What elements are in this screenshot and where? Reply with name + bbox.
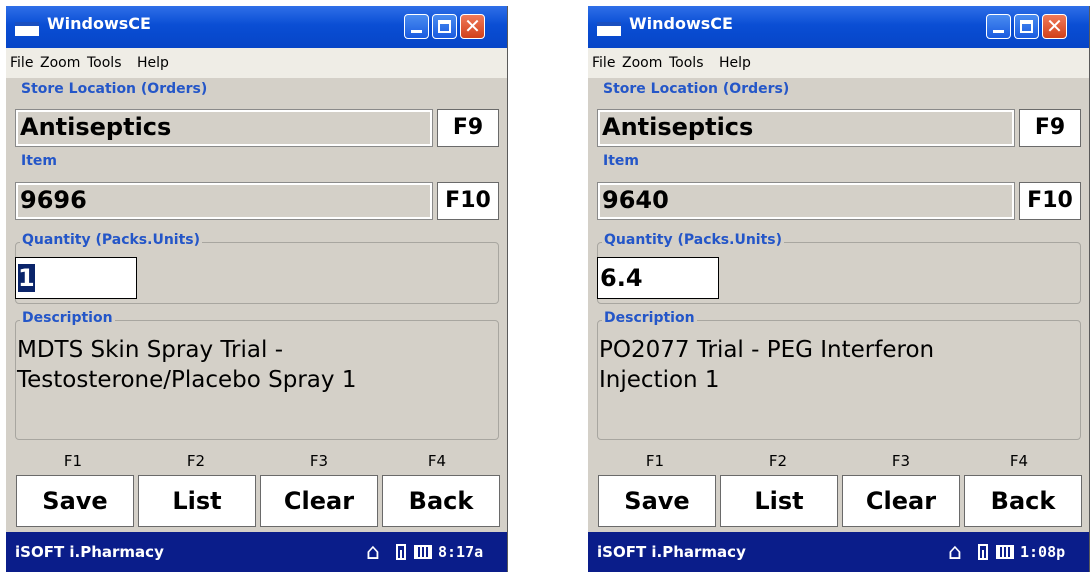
back-button[interactable]: Back bbox=[964, 475, 1082, 527]
menu-help[interactable]: Help bbox=[137, 55, 169, 71]
home-icon[interactable]: ⌂ bbox=[366, 540, 380, 565]
fkey-label-f2: F2 bbox=[768, 452, 788, 470]
back-button[interactable]: Back bbox=[382, 475, 500, 527]
clear-button[interactable]: Clear bbox=[842, 475, 960, 527]
quantity-group: Quantity (Packs.Units) 6.4 bbox=[597, 232, 1081, 304]
clear-button[interactable]: Clear bbox=[260, 475, 378, 527]
fkey-label-f1: F1 bbox=[63, 452, 83, 470]
item-label: Item bbox=[19, 153, 59, 169]
taskbar: iSOFT i.Pharmacy ⌂ 1:08p bbox=[588, 532, 1089, 572]
taskbar-app-name[interactable]: iSOFT i.Pharmacy bbox=[15, 543, 164, 561]
maximize-icon bbox=[438, 20, 451, 33]
quantity-input[interactable]: 6.4 bbox=[597, 257, 719, 299]
minimize-button[interactable] bbox=[986, 14, 1011, 39]
close-icon: ✕ bbox=[1046, 14, 1063, 38]
store-location-lookup-button[interactable]: F9 bbox=[437, 109, 499, 147]
store-location-label: Store Location (Orders) bbox=[19, 81, 210, 97]
item-label: Item bbox=[601, 153, 641, 169]
store-location-lookup-button[interactable]: F9 bbox=[1019, 109, 1081, 147]
window-title: WindowsCE bbox=[629, 14, 733, 33]
store-location-field[interactable]: Antiseptics bbox=[597, 109, 1015, 147]
window-title: WindowsCE bbox=[47, 14, 151, 33]
taskbar: iSOFT i.Pharmacy ⌂ 8:17a bbox=[6, 532, 507, 572]
save-button[interactable]: Save bbox=[16, 475, 134, 527]
window-icon bbox=[15, 22, 39, 36]
save-button[interactable]: Save bbox=[598, 475, 716, 527]
taskbar-clock[interactable]: 8:17a bbox=[438, 543, 483, 561]
item-lookup-button[interactable]: F10 bbox=[437, 182, 499, 220]
keyboard-icon[interactable] bbox=[414, 545, 432, 559]
close-icon: ✕ bbox=[464, 14, 481, 38]
device-screen-2: WindowsCE ✕ File Zoom Tools Help Store L… bbox=[588, 6, 1090, 572]
list-button[interactable]: List bbox=[720, 475, 838, 527]
description-label: Description bbox=[602, 310, 697, 326]
fkey-label-f4: F4 bbox=[1009, 452, 1029, 470]
quantity-label: Quantity (Packs.Units) bbox=[602, 232, 785, 248]
description-label: Description bbox=[20, 310, 115, 326]
menu-bar: File Zoom Tools Help bbox=[588, 48, 1089, 78]
keyboard-icon[interactable] bbox=[996, 545, 1014, 559]
device-screen-1: WindowsCE ✕ File Zoom Tools Help Store L… bbox=[6, 6, 508, 572]
description-group: Description PO2077 Trial - PEG Interfero… bbox=[597, 310, 1081, 440]
window-icon bbox=[597, 22, 621, 36]
store-location-field[interactable]: Antiseptics bbox=[15, 109, 433, 147]
maximize-icon bbox=[1020, 20, 1033, 33]
minimize-icon bbox=[411, 30, 422, 33]
item-field[interactable]: 9696 bbox=[15, 182, 433, 220]
menu-tools[interactable]: Tools bbox=[87, 55, 122, 71]
title-bar: WindowsCE ✕ bbox=[6, 6, 507, 48]
minimize-icon bbox=[993, 30, 1004, 33]
taskbar-app-name[interactable]: iSOFT i.Pharmacy bbox=[597, 543, 746, 561]
menu-bar: File Zoom Tools Help bbox=[6, 48, 507, 78]
menu-file[interactable]: File bbox=[592, 55, 615, 71]
menu-help[interactable]: Help bbox=[719, 55, 751, 71]
description-text: MDTS Skin Spray Trial - Testosterone/Pla… bbox=[17, 335, 493, 395]
battery-icon[interactable] bbox=[396, 544, 406, 560]
minimize-button[interactable] bbox=[404, 14, 429, 39]
maximize-button[interactable] bbox=[432, 14, 457, 39]
taskbar-clock[interactable]: 1:08p bbox=[1020, 543, 1065, 561]
quantity-label: Quantity (Packs.Units) bbox=[20, 232, 203, 248]
close-button[interactable]: ✕ bbox=[1042, 14, 1067, 39]
item-lookup-button[interactable]: F10 bbox=[1019, 182, 1081, 220]
item-field[interactable]: 9640 bbox=[597, 182, 1015, 220]
battery-icon[interactable] bbox=[978, 544, 988, 560]
quantity-value: 1 bbox=[18, 264, 35, 292]
description-line: Injection 1 bbox=[599, 367, 720, 393]
description-line: Testosterone/Placebo Spray 1 bbox=[17, 367, 357, 393]
close-button[interactable]: ✕ bbox=[460, 14, 485, 39]
description-line: PO2077 Trial - PEG Interferon bbox=[599, 337, 935, 363]
description-group: Description MDTS Skin Spray Trial - Test… bbox=[15, 310, 499, 440]
menu-file[interactable]: File bbox=[10, 55, 33, 71]
home-icon[interactable]: ⌂ bbox=[948, 540, 962, 565]
fkey-label-f1: F1 bbox=[645, 452, 665, 470]
store-location-label: Store Location (Orders) bbox=[601, 81, 792, 97]
quantity-value: 6.4 bbox=[600, 264, 643, 292]
maximize-button[interactable] bbox=[1014, 14, 1039, 39]
fkey-label-f2: F2 bbox=[186, 452, 206, 470]
fkey-label-f3: F3 bbox=[309, 452, 329, 470]
quantity-input[interactable]: 1 bbox=[15, 257, 137, 299]
menu-tools[interactable]: Tools bbox=[669, 55, 704, 71]
description-line: MDTS Skin Spray Trial - bbox=[17, 337, 283, 363]
list-button[interactable]: List bbox=[138, 475, 256, 527]
fkey-label-f4: F4 bbox=[427, 452, 447, 470]
quantity-group: Quantity (Packs.Units) 1 bbox=[15, 232, 499, 304]
title-bar: WindowsCE ✕ bbox=[588, 6, 1089, 48]
menu-zoom[interactable]: Zoom bbox=[622, 55, 662, 71]
menu-zoom[interactable]: Zoom bbox=[40, 55, 80, 71]
description-text: PO2077 Trial - PEG Interferon Injection … bbox=[599, 335, 1075, 395]
fkey-label-f3: F3 bbox=[891, 452, 911, 470]
